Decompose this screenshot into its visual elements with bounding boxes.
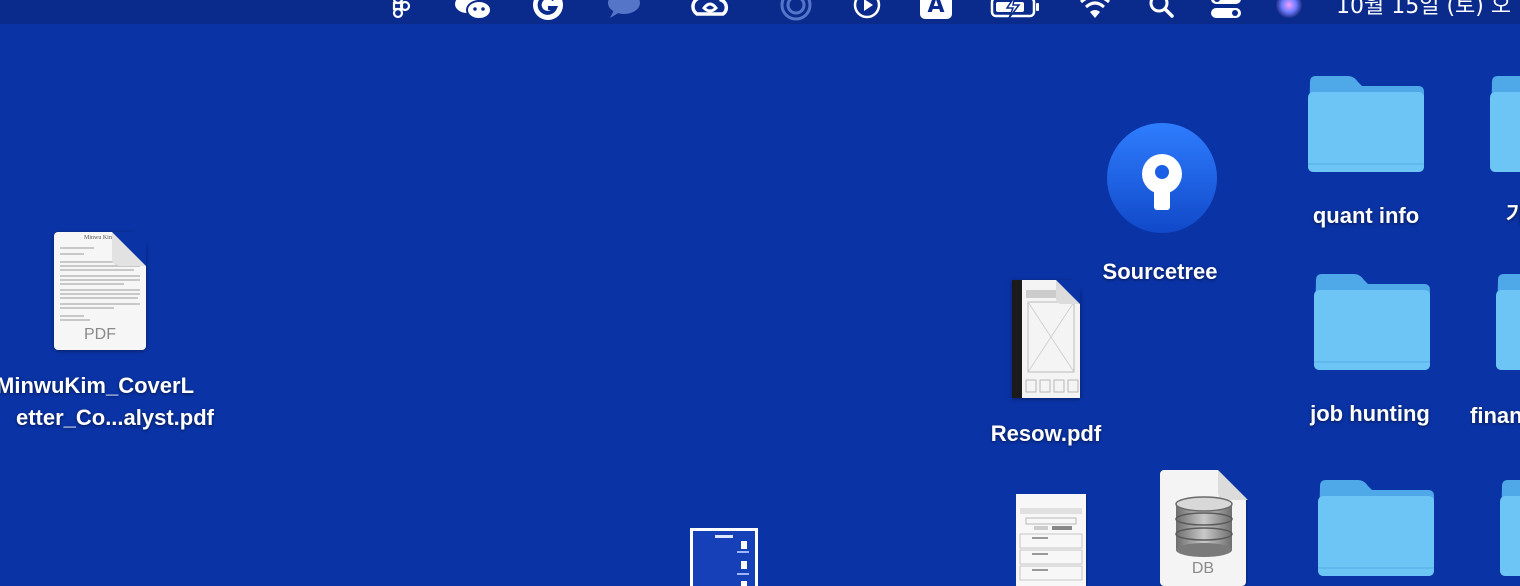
messages-icon[interactable] bbox=[604, 0, 644, 20]
database-icon bbox=[1175, 496, 1233, 557]
folder-icon bbox=[1500, 480, 1520, 576]
korean-named-folder[interactable] bbox=[1488, 74, 1520, 174]
folder-icon bbox=[1318, 480, 1434, 576]
folder-icon bbox=[1496, 274, 1520, 370]
page-curl-icon bbox=[112, 232, 146, 266]
input-source-label: A bbox=[927, 0, 945, 18]
page-curl-icon bbox=[1056, 280, 1080, 304]
sourcetree-app[interactable] bbox=[1106, 122, 1218, 234]
finance-folder[interactable] bbox=[1494, 272, 1520, 372]
folder-icon bbox=[1314, 274, 1430, 370]
screenshot-file[interactable] bbox=[1016, 494, 1088, 586]
wireframe-list-preview bbox=[1019, 508, 1083, 581]
quant-info-folder[interactable] bbox=[1306, 74, 1426, 174]
folder-icon bbox=[1308, 76, 1424, 172]
vpn-icon[interactable] bbox=[778, 0, 814, 21]
menubar-clock[interactable]: 10월 15일 (토) 오 bbox=[1336, 0, 1511, 20]
resow-label[interactable]: Resow.pdf bbox=[966, 418, 1126, 450]
resow-pdf-file[interactable] bbox=[1012, 280, 1080, 400]
input-source-icon[interactable]: A bbox=[918, 0, 954, 20]
siri-icon[interactable] bbox=[1272, 0, 1306, 20]
db-type-label: DB bbox=[1191, 560, 1215, 577]
mobile-screenshot-file[interactable] bbox=[690, 528, 758, 586]
finance-folder-label[interactable]: finan bbox=[1470, 400, 1520, 432]
cover-letter-pdf-file[interactable]: Minwu Kim PDF bbox=[54, 232, 146, 352]
control-center-icon[interactable] bbox=[1206, 0, 1246, 20]
job-hunting-label[interactable]: job hunting bbox=[1290, 398, 1450, 430]
cover-letter-label-line1[interactable]: MinwuKim_CoverL bbox=[0, 370, 210, 402]
wechat-icon[interactable] bbox=[450, 0, 496, 20]
spotlight-search-icon[interactable] bbox=[1144, 0, 1178, 20]
menu-bar: A 10월 15일 (토) 오 bbox=[0, 0, 1520, 24]
grammarly-icon[interactable] bbox=[530, 0, 566, 20]
folder[interactable] bbox=[1498, 478, 1520, 578]
quant-info-label[interactable]: quant info bbox=[1286, 200, 1446, 232]
figma-icon[interactable] bbox=[386, 0, 416, 20]
mobile-preview bbox=[715, 535, 749, 586]
document-header-text: Minwu Kim bbox=[84, 235, 114, 241]
media-player-icon[interactable] bbox=[850, 0, 884, 20]
wifi-icon[interactable] bbox=[1078, 0, 1112, 20]
cover-letter-label-line2[interactable]: etter_Co...alyst.pdf bbox=[0, 402, 214, 434]
creative-cloud-icon[interactable] bbox=[686, 0, 734, 20]
folder[interactable] bbox=[1316, 478, 1436, 578]
sourcetree-label[interactable]: Sourcetree bbox=[1070, 256, 1250, 288]
database-file[interactable]: DB bbox=[1160, 470, 1248, 586]
job-hunting-folder[interactable] bbox=[1312, 272, 1432, 372]
battery-icon bbox=[988, 0, 1044, 20]
pdf-type-label: PDF bbox=[84, 326, 116, 343]
folder-icon bbox=[1490, 76, 1520, 172]
sourcetree-icon bbox=[1107, 123, 1217, 233]
korean-folder-label[interactable]: 가 bbox=[1506, 200, 1520, 232]
